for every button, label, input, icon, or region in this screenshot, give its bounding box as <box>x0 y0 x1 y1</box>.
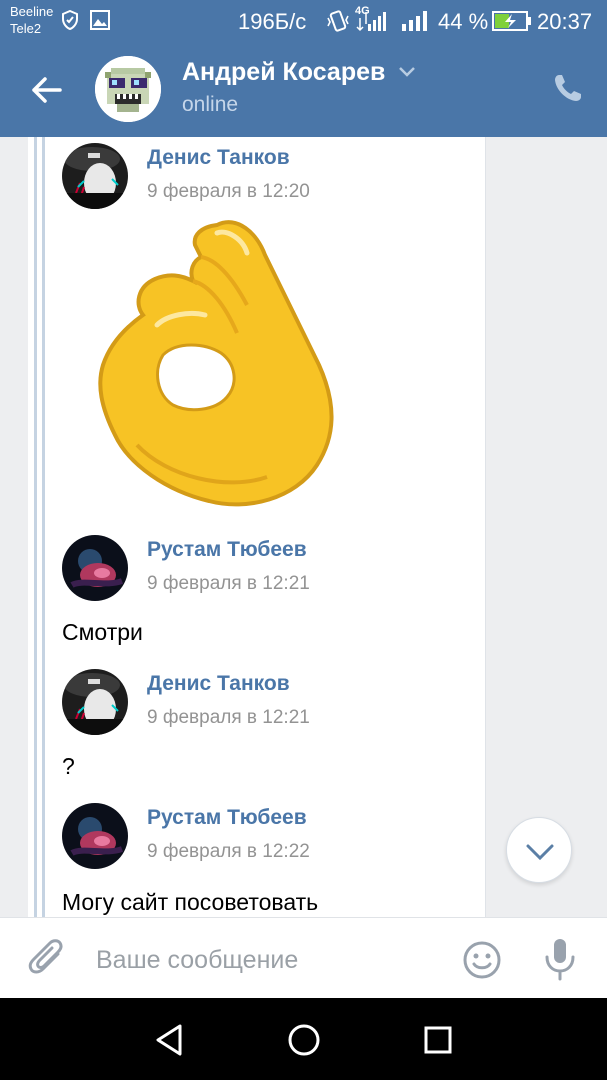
battery-charging-icon <box>492 11 531 31</box>
user-photo-denis <box>62 143 128 209</box>
user-photo-rustam <box>62 535 128 601</box>
contact-status: online <box>182 93 239 116</box>
back-button[interactable] <box>28 72 68 108</box>
contact-avatar[interactable] <box>95 56 161 122</box>
composer <box>0 917 607 998</box>
contact-name[interactable]: Андрей Косарев <box>182 58 385 87</box>
gallery-icon <box>90 10 110 30</box>
user-photo-denis <box>62 669 128 735</box>
author-name[interactable]: Рустам Тюбеев <box>147 538 307 562</box>
chevron-down-icon <box>526 844 554 861</box>
scroll-to-bottom-button[interactable] <box>506 817 572 883</box>
message-text: Смотри <box>62 619 143 645</box>
system-navigation-bar <box>0 998 607 1080</box>
author-name[interactable]: Рустам Тюбеев <box>147 806 307 830</box>
avatar[interactable] <box>62 669 128 735</box>
arrow-left-icon <box>32 77 62 103</box>
attach-button[interactable] <box>28 938 68 980</box>
author-name[interactable]: Денис Танков <box>147 146 290 170</box>
carrier-2: Tele2 <box>10 21 42 36</box>
message-input[interactable] <box>96 940 436 980</box>
battery-percent: 44 % <box>438 9 489 34</box>
call-button[interactable] <box>552 72 584 104</box>
chevron-down-icon[interactable] <box>398 66 416 78</box>
smiley-icon <box>463 941 501 979</box>
avatar[interactable] <box>62 803 128 869</box>
avatar[interactable] <box>62 535 128 601</box>
forward-indicator-line <box>34 137 37 917</box>
chat-header: Андрей Косарев online <box>0 42 607 137</box>
user-photo-rustam <box>62 803 128 869</box>
pixel-skull-avatar <box>95 56 161 122</box>
phone-icon <box>555 75 581 101</box>
nav-recents-button[interactable] <box>418 1020 458 1060</box>
nav-home-button[interactable] <box>284 1020 324 1060</box>
paperclip-icon <box>28 939 63 974</box>
message-date: 9 февраля в 12:21 <box>147 707 310 728</box>
message-list[interactable]: Денис Танков 9 февраля в 12:20 Рустам Тю… <box>0 137 607 917</box>
triangle-back-icon <box>156 1024 182 1056</box>
emoji-button[interactable] <box>462 940 502 980</box>
signal-bars-icon <box>402 11 427 31</box>
carrier-1: Beeline <box>10 4 54 19</box>
mobile-signal-icon <box>356 12 386 32</box>
square-recents-icon <box>424 1026 452 1054</box>
clock: 20:37 <box>537 9 593 34</box>
message-date: 9 февраля в 12:22 <box>147 841 310 862</box>
avatar[interactable] <box>62 143 128 209</box>
shield-icon <box>62 10 78 30</box>
forward-indicator-line <box>42 137 45 917</box>
circle-home-icon <box>288 1024 320 1056</box>
message-date: 9 февраля в 12:20 <box>147 181 310 202</box>
message-text: Могу сайт посоветовать <box>62 889 319 915</box>
ok-hand-sticker[interactable] <box>97 215 339 507</box>
message-text: ? <box>62 753 75 779</box>
vibrate-icon <box>327 10 349 32</box>
author-name[interactable]: Денис Танков <box>147 672 290 696</box>
nav-back-button[interactable] <box>150 1020 190 1060</box>
microphone-icon <box>545 939 575 981</box>
message-date: 9 февраля в 12:21 <box>147 573 310 594</box>
carrier-labels: Beeline Tele2 <box>10 3 53 37</box>
network-speed: 196Б/с <box>238 9 307 34</box>
voice-message-button[interactable] <box>540 936 580 982</box>
status-bar: Beeline Tele2 196Б/с 4G 44 % 20:37 <box>0 0 607 42</box>
